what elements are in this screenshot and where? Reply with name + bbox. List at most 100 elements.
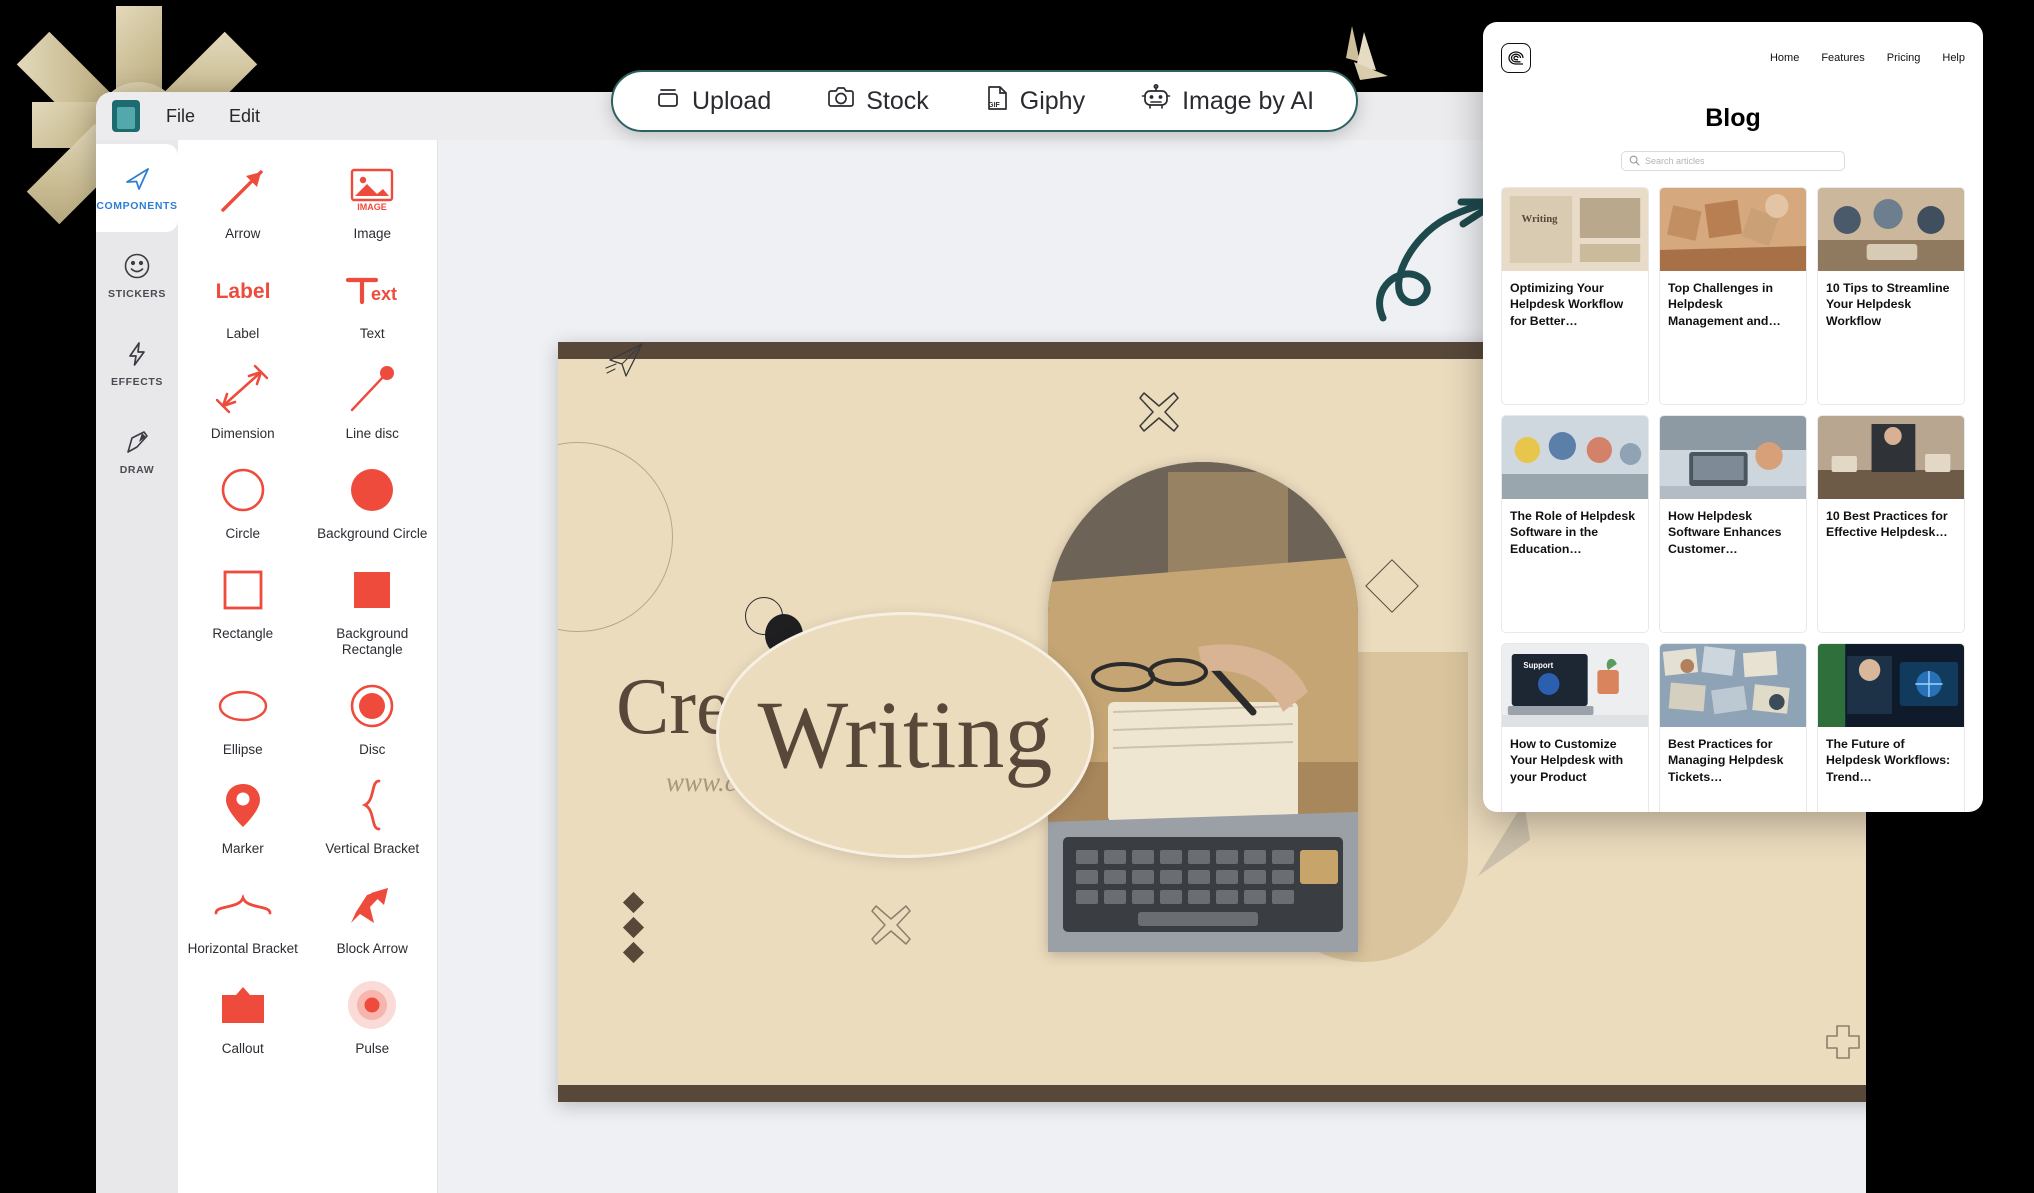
decorative-plus-outline <box>1823 1022 1863 1067</box>
blog-card[interactable]: Top Challenges in Helpdesk Management an… <box>1659 187 1807 405</box>
component-label: Dimension <box>210 425 275 441</box>
component-vertical-bracket[interactable]: Vertical Bracket <box>308 769 438 863</box>
map-marker-icon <box>182 777 304 833</box>
paper-plane-icon <box>598 342 658 399</box>
components-grid: Arrow IMAGE Image Label Label ext Text D… <box>178 154 437 1063</box>
article-thumb-4 <box>1502 416 1648 499</box>
component-label: Callout <box>221 1041 264 1057</box>
line-disc-icon <box>312 362 434 418</box>
artboard-photo-writing[interactable] <box>1048 462 1358 952</box>
blog-card[interactable]: The Role of Helpdesk Software in the Edu… <box>1501 415 1649 633</box>
blog-navbar: Home Features Pricing Help <box>1501 38 1965 78</box>
rail-item-stickers[interactable]: STICKERS <box>96 232 178 320</box>
component-label: Circle <box>225 525 260 541</box>
blog-card[interactable]: Support How to Customize Your Helpdesk w… <box>1501 643 1649 812</box>
blog-card[interactable]: 10 Best Practices for Effective Helpdesk… <box>1817 415 1965 633</box>
search-icon <box>1629 155 1640 168</box>
blog-card[interactable]: 10 Tips to Streamline Your Helpdesk Work… <box>1817 187 1965 405</box>
thin-arrow-icon <box>182 162 304 218</box>
blog-nav-links: Home Features Pricing Help <box>1770 52 1965 64</box>
menu-edit[interactable]: Edit <box>221 103 268 130</box>
svg-text:IMAGE: IMAGE <box>357 202 387 212</box>
component-circle[interactable]: Circle <box>178 454 308 548</box>
pen-nib-icon <box>123 428 151 456</box>
blog-card[interactable]: How Helpdesk Software Enhances Customer… <box>1659 415 1807 633</box>
toolbar-giphy-button[interactable]: GIF Giphy <box>965 76 1105 127</box>
blog-nav-home[interactable]: Home <box>1770 52 1799 64</box>
toolbar-upload-button[interactable]: Upload <box>635 77 791 126</box>
component-horizontal-bracket[interactable]: Horizontal Bracket <box>178 869 308 963</box>
brand-spiral-icon[interactable] <box>1501 43 1531 73</box>
lightning-bolt-icon <box>123 340 151 368</box>
blog-page-title: Blog <box>1705 104 1761 132</box>
rail-label-stickers: STICKERS <box>108 288 166 300</box>
components-panel: Arrow IMAGE Image Label Label ext Text D… <box>178 140 438 1193</box>
component-label: Ellipse <box>222 741 263 757</box>
component-background-circle[interactable]: Background Circle <box>308 454 438 548</box>
toolbar-stock-label: Stock <box>866 86 929 115</box>
rail-item-draw[interactable]: DRAW <box>96 408 178 496</box>
block-arrow-icon <box>312 877 434 933</box>
component-label: Pulse <box>355 1041 390 1057</box>
rail-label-components: COMPONENTS <box>96 200 178 212</box>
svg-text:Writing: Writing <box>1521 213 1558 225</box>
svg-text:GIF: GIF <box>988 102 1000 109</box>
app-logo-icon <box>112 100 140 132</box>
filled-circle-icon <box>312 462 434 518</box>
svg-text:Support: Support <box>1523 661 1553 670</box>
toolbar-giphy-label: Giphy <box>1019 86 1086 115</box>
vertical-bracket-icon <box>312 777 434 833</box>
dimension-arrow-icon <box>182 362 304 418</box>
rail-label-draw: DRAW <box>119 464 155 476</box>
callout-box-icon <box>182 977 304 1033</box>
component-image[interactable]: IMAGE Image <box>308 154 438 248</box>
component-dimension[interactable]: Dimension <box>178 354 308 448</box>
decorative-cross-outline <box>868 902 914 953</box>
decorative-diamond-dot <box>622 941 645 964</box>
rail-item-effects[interactable]: EFFECTS <box>96 320 178 408</box>
component-label: Block Arrow <box>336 941 408 957</box>
blog-card[interactable]: Writing Optimizing Your Helpdesk Workflo… <box>1501 187 1649 405</box>
label-text-icon: Label <box>182 262 304 318</box>
blog-card[interactable]: The Future of Helpdesk Workflows: Trend… <box>1817 643 1965 812</box>
blog-card-title: Best Practices for Managing Helpdesk Tic… <box>1668 737 1784 784</box>
left-rail: COMPONENTS STICKERS EFFECTS DRAW <box>96 140 178 1193</box>
component-background-rectangle[interactable]: Background Rectangle <box>308 554 438 664</box>
blog-search-field[interactable]: Search articles <box>1621 151 1845 171</box>
component-callout[interactable]: Callout <box>178 969 308 1063</box>
component-label: Disc <box>359 741 386 757</box>
component-pulse[interactable]: Pulse <box>308 969 438 1063</box>
component-arrow[interactable]: Arrow <box>178 154 308 248</box>
blog-nav-pricing[interactable]: Pricing <box>1887 52 1921 64</box>
decorative-diamond-dot <box>622 916 645 939</box>
component-rectangle[interactable]: Rectangle <box>178 554 308 664</box>
component-label: Line disc <box>345 425 399 441</box>
rail-item-components[interactable]: COMPONENTS <box>96 144 178 232</box>
camera-icon <box>827 85 855 118</box>
component-line-disc[interactable]: Line disc <box>308 354 438 448</box>
blog-card[interactable]: Best Practices for Managing Helpdesk Tic… <box>1659 643 1807 812</box>
blog-card-grid: Writing Optimizing Your Helpdesk Workflo… <box>1501 187 1965 812</box>
component-disc[interactable]: Disc <box>308 670 438 764</box>
toolbar-image-by-ai-label: Image by AI <box>1182 86 1315 115</box>
rail-label-effects: EFFECTS <box>110 376 164 388</box>
component-label: Background Circle <box>317 525 428 541</box>
blog-card-title: How to Customize Your Helpdesk with your… <box>1510 737 1624 784</box>
selected-ellipse-writing[interactable]: Writing <box>716 612 1094 858</box>
component-label-shape[interactable]: Label Label <box>178 254 308 348</box>
article-thumb-3 <box>1818 188 1964 271</box>
pulse-target-icon <box>312 977 434 1033</box>
blog-nav-help[interactable]: Help <box>1942 52 1965 64</box>
component-block-arrow[interactable]: Block Arrow <box>308 869 438 963</box>
blog-preview-panel[interactable]: Home Features Pricing Help Blog Search a… <box>1483 22 1983 812</box>
blog-nav-features[interactable]: Features <box>1821 52 1864 64</box>
menu-file[interactable]: File <box>158 103 203 130</box>
media-source-toolbar: Upload Stock GIF Giphy Image by AI <box>611 70 1359 132</box>
component-ellipse[interactable]: Ellipse <box>178 670 308 764</box>
text-t-icon: ext <box>312 262 434 318</box>
component-text[interactable]: ext Text <box>308 254 438 348</box>
toolbar-image-by-ai-button[interactable]: Image by AI <box>1121 76 1334 127</box>
toolbar-stock-button[interactable]: Stock <box>807 77 949 126</box>
component-marker[interactable]: Marker <box>178 769 308 863</box>
component-label: Horizontal Bracket <box>187 941 298 957</box>
